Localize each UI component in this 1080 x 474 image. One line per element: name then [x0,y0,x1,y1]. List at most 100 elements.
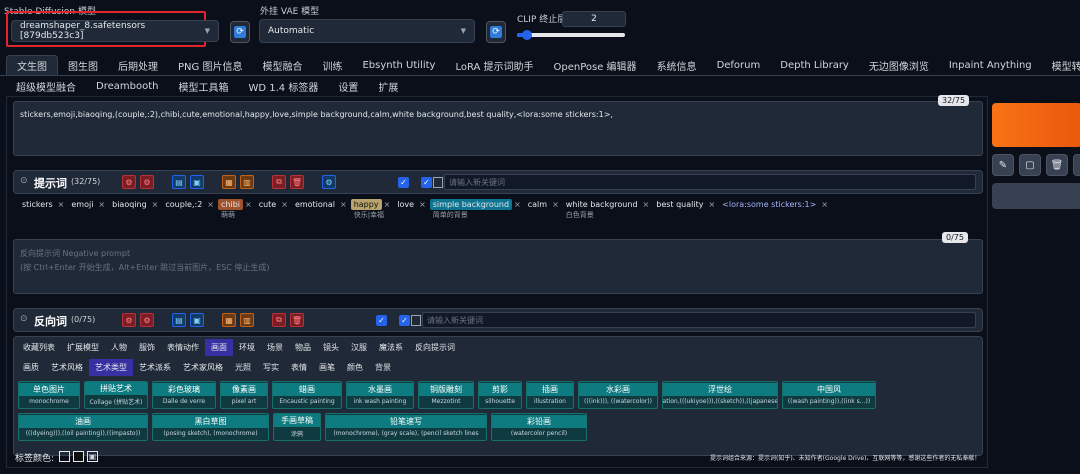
prompt-tag[interactable]: chibi × 萌萌 [218,199,252,220]
keyword-card[interactable]: 像素画 pixel art [220,381,268,409]
keyword-card[interactable]: 铅笔速写 (monochrome), (gray scale), (pencil … [325,413,487,441]
category-tab[interactable]: 汉服 [345,339,373,356]
trash-icon[interactable]: 🗑 [290,313,304,327]
keyword-card[interactable]: 水彩画 (((ink))), ((watercolor)) [578,381,658,409]
random-icon[interactable]: ⚙ [140,313,154,327]
tab-item[interactable]: Ebsynth Utility [352,55,445,75]
prompt-tag-text[interactable]: white background [563,199,641,210]
category-tab[interactable]: 表情 [285,359,313,376]
prompt-tag-text[interactable]: <lora:some stickers:1> [719,199,819,210]
clip-number-input[interactable]: 2 [562,11,626,27]
tab-item[interactable]: 超级模型融合 [6,77,86,95]
prompt-tag[interactable]: white background × 白色背景 [563,199,649,220]
prompt-tag-text[interactable]: calm [525,199,550,210]
prompt-textarea[interactable]: stickers,emoji,biaoqing,(couple,:2),chib… [13,101,983,156]
category-tab[interactable]: 艺术风格 [45,359,89,376]
category-tab[interactable]: 环境 [233,339,261,356]
close-icon[interactable]: × [552,200,559,209]
keyword-card[interactable]: 剪影 silhouette [478,381,522,409]
prompt-tag[interactable]: cute × [256,199,288,210]
category-tab[interactable]: 画面 [205,339,233,356]
close-icon[interactable]: × [514,200,521,209]
more-style-button[interactable] [1073,154,1080,176]
tab-item[interactable]: PNG 图片信息 [168,55,252,75]
clipboard-icon[interactable]: ▥ [240,313,254,327]
tab-item[interactable]: Deforum [707,55,771,75]
trash-icon[interactable]: 🗑 [290,175,304,189]
keyword-card[interactable]: 插画 illustration [526,381,574,409]
sd-model-refresh-button[interactable]: ⟳ [230,21,250,43]
prompt-tag[interactable]: biaoqing × [109,199,158,210]
close-icon[interactable]: × [98,200,105,209]
tab-item[interactable]: 模型融合 [252,55,312,75]
negative-new-keyword-input[interactable]: 请输入新关键词 [422,312,976,328]
tab-item[interactable]: 模型工具箱 [168,77,238,95]
prompt-tag-text[interactable]: love [394,199,417,210]
tab-item[interactable]: Dreambooth [86,77,168,95]
category-tab[interactable]: 人物 [105,339,133,356]
tab-item[interactable]: Inpaint Anything [939,55,1042,75]
tab-item[interactable]: 无边图像浏览 [859,55,939,75]
keyword-card[interactable]: 油画 (((dyeing))),((oil painting)),((impast… [18,413,148,441]
category-tab[interactable]: 写实 [257,359,285,376]
tab-item[interactable]: 图生图 [58,55,108,75]
tab-item[interactable]: 模型转换 [1042,55,1080,75]
prompt-tag[interactable]: emotional × [292,199,347,210]
image-icon[interactable]: ▣ [87,451,98,462]
prompt-tag[interactable]: simple background × 简单的背景 [429,199,521,220]
category-tab[interactable]: 反向提示词 [409,339,461,356]
random-icon[interactable]: ⚙ [140,175,154,189]
category-tab[interactable]: 艺术家风格 [177,359,229,376]
category-tab[interactable]: 镜头 [317,339,345,356]
prompt-tag-text[interactable]: stickers [19,199,56,210]
styles-dropdown[interactable] [992,183,1080,209]
category-tab[interactable]: 画质 [17,359,45,376]
category-tab[interactable]: 光照 [229,359,257,376]
history-icon[interactable]: ▤ [172,313,186,327]
prompt-tag[interactable]: emoji × [68,199,105,210]
keyword-card[interactable]: 浮世绘 illustration,(((ukiyoe))),((sketch)),… [662,381,778,409]
prompt-tag[interactable]: calm × [525,199,559,210]
close-icon[interactable]: × [340,200,347,209]
delete-style-button[interactable]: 🗑 [1046,154,1068,176]
category-tab[interactable]: 画笔 [313,359,341,376]
random-icon[interactable]: ⚙ [122,313,136,327]
category-tab[interactable]: 服饰 [133,339,161,356]
category-tab[interactable]: 物品 [289,339,317,356]
prompt-tag[interactable]: stickers × [19,199,64,210]
copy-icon[interactable]: ▦ [222,313,236,327]
prompt-tag-text[interactable]: chibi [218,199,243,210]
prompt-tag[interactable]: couple,:2 × [162,199,214,210]
tab-item[interactable]: 训练 [312,55,352,75]
category-tab[interactable]: 艺术派系 [133,359,177,376]
vae-refresh-button[interactable]: ⟳ [486,21,506,43]
prompt-tag[interactable]: best quality × [653,199,715,210]
category-tab[interactable]: 艺术类型 [89,359,133,376]
close-icon[interactable]: × [152,200,159,209]
close-icon[interactable]: × [821,200,828,209]
edit-style-button[interactable]: ✎ [992,154,1014,176]
negative-translate-checkbox[interactable]: ✓ [399,315,410,326]
copy-icon[interactable]: ▦ [222,175,236,189]
keyword-card[interactable]: 单色图片 monochrome [18,381,80,409]
keyword-card[interactable]: 拼贴艺术 Collage (拼贴艺术) [84,381,148,409]
category-tab[interactable]: 颜色 [341,359,369,376]
prompt-translate-checkbox[interactable]: ✓ [421,177,432,188]
category-tab[interactable]: 扩展模型 [61,339,105,356]
keyword-card[interactable]: 彩铅画 (watercolor pencil) [491,413,587,441]
prompt-tag[interactable]: happy × 快乐|幸福 [350,199,390,220]
keyword-card[interactable]: 铜版雕刻 Mezzotint [418,381,474,409]
gear-icon[interactable]: ⚙ [322,175,336,189]
prompt-tag-text[interactable]: emotional [292,199,338,210]
keyword-card[interactable]: 水墨画 ink wash painting [346,381,414,409]
clipboard-icon[interactable]: ▥ [240,175,254,189]
keyword-card[interactable]: 黑白草图 (posing sketch), (monochrome) [152,413,269,441]
close-icon[interactable]: × [708,200,715,209]
tab-item[interactable]: 扩展 [368,77,408,95]
keyword-card[interactable]: 蜡画 Encaustic painting [272,381,342,409]
prompt-tag-text[interactable]: emoji [68,199,96,210]
category-tab[interactable]: 收藏列表 [17,339,61,356]
sd-model-dropdown[interactable]: dreamshaper_8.safetensors [879db523c3] ▼ [11,20,219,42]
negative-checkbox[interactable]: ✓ [376,315,387,326]
color-swatch-icon[interactable] [73,451,84,462]
